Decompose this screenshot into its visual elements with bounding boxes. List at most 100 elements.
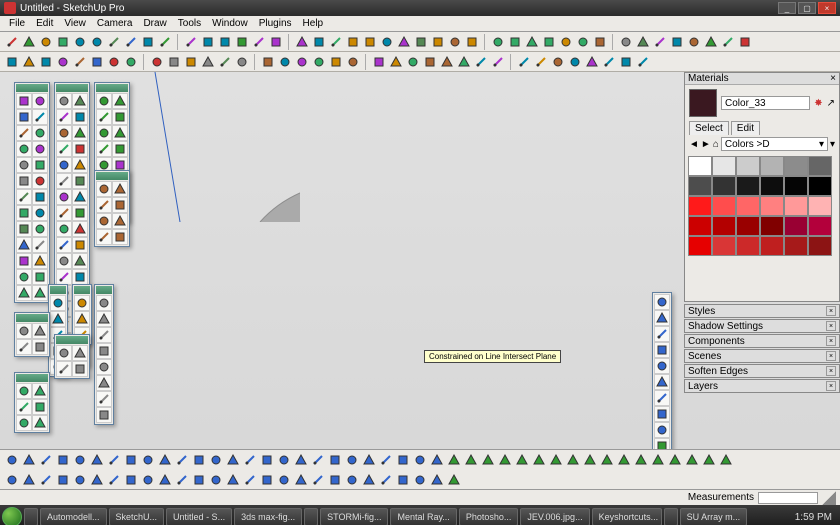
tool-pan[interactable] [388, 54, 404, 70]
palette-tool-r3[interactable] [96, 197, 112, 213]
menu-help[interactable]: Help [298, 17, 329, 30]
tool-export[interactable] [464, 34, 480, 50]
tool-print[interactable] [140, 34, 156, 50]
palette-tool-t1[interactable] [16, 383, 32, 399]
tool-3dtext[interactable] [183, 54, 199, 70]
vstrip-tool-v2[interactable] [654, 310, 670, 326]
palette-tool-off[interactable] [16, 237, 32, 253]
vstrip-tool-v3[interactable] [654, 326, 670, 342]
tool-shadow[interactable] [516, 54, 532, 70]
vstrip-tool-v7[interactable] [654, 390, 670, 406]
resize-grip-icon[interactable] [822, 491, 836, 505]
palette-tool-t2[interactable] [32, 383, 48, 399]
maximize-button[interactable]: ▢ [798, 2, 816, 14]
material-swatch[interactable] [712, 156, 736, 176]
palette-tool-text[interactable] [16, 173, 32, 189]
plugin-tool-g[interactable] [106, 452, 122, 468]
plugin-tool-o[interactable] [242, 452, 258, 468]
taskbar-item[interactable]: 3ds max-fig... [234, 508, 302, 525]
material-swatch[interactable] [736, 176, 760, 196]
palette-tool-e[interactable] [56, 125, 72, 141]
plugin-tool-v[interactable] [361, 472, 377, 488]
vstrip-tool-v8[interactable] [654, 406, 670, 422]
tool-scale[interactable] [311, 54, 327, 70]
material-swatch[interactable] [688, 216, 712, 236]
plugin-tool-k[interactable] [174, 452, 190, 468]
plugin-tool-x[interactable] [395, 472, 411, 488]
tool-stop[interactable] [362, 34, 378, 50]
palette-tool-s4[interactable] [112, 109, 128, 125]
palette-tool-v[interactable] [72, 253, 88, 269]
tool-styles[interactable] [635, 54, 651, 70]
tool-iso[interactable] [183, 34, 199, 50]
panel-collapse-icon[interactable]: × [826, 381, 836, 391]
palette-tool-zext[interactable] [32, 269, 48, 285]
plugin-tool-a2[interactable] [446, 472, 462, 488]
tool-render[interactable] [294, 34, 310, 50]
material-swatch[interactable] [784, 176, 808, 196]
materials-close-icon[interactable]: × [830, 73, 836, 84]
palette-tool-k[interactable] [56, 173, 72, 189]
plugin-tool-w[interactable] [378, 472, 394, 488]
plugin-tool-r[interactable] [293, 452, 309, 468]
plugin-tool-s[interactable] [310, 452, 326, 468]
palette-vertical[interactable] [652, 292, 672, 449]
palette-tool-n1[interactable] [56, 345, 72, 361]
plugin-tool-d2[interactable] [497, 452, 513, 468]
tool-c[interactable] [652, 34, 668, 50]
taskbar-item[interactable]: SketchU... [109, 508, 165, 525]
taskbar-item[interactable]: JEV.006.jpg... [520, 508, 589, 525]
palette-tool-zwin[interactable] [16, 285, 32, 301]
material-swatch[interactable] [712, 216, 736, 236]
taskbar-item[interactable]: Mental Ray... [390, 508, 456, 525]
tool-orbit[interactable] [371, 54, 387, 70]
palette-tool-sel[interactable] [16, 93, 32, 109]
palette-tool-p[interactable] [72, 205, 88, 221]
palette-tool-rot[interactable] [16, 221, 32, 237]
plugin-tool-j[interactable] [157, 452, 173, 468]
tool-frame[interactable] [379, 34, 395, 50]
tool-rotate[interactable] [294, 54, 310, 70]
create-material-icon[interactable]: ✸ [814, 98, 822, 109]
palette-tool-s7[interactable] [96, 141, 112, 157]
tool-open[interactable] [21, 34, 37, 50]
plugin-tool-y[interactable] [412, 452, 428, 468]
tool-redo[interactable] [123, 34, 139, 50]
tool-batch[interactable] [345, 34, 361, 50]
tool-cam[interactable] [575, 34, 591, 50]
panel-soften-edges[interactable]: Soften Edges× [684, 364, 840, 378]
palette-tool-r7[interactable] [96, 229, 112, 245]
panel-collapse-icon[interactable]: × [826, 321, 836, 331]
material-swatch[interactable] [760, 236, 784, 256]
material-swatch[interactable] [784, 196, 808, 216]
tool-cam-add[interactable] [592, 34, 608, 50]
plugin-tool-q[interactable] [276, 452, 292, 468]
tool-mono[interactable] [601, 54, 617, 70]
palette-tool-r1[interactable] [96, 181, 112, 197]
palette-tool-t6[interactable] [32, 415, 48, 431]
plugin-tool-i2[interactable] [582, 452, 598, 468]
plugin-tool-w[interactable] [378, 452, 394, 468]
palette-tool-rect[interactable] [16, 109, 32, 125]
tool-a[interactable] [618, 34, 634, 50]
taskbar-item[interactable]: STORMi-fig... [320, 508, 388, 525]
vstrip-tool-v5[interactable] [654, 358, 670, 374]
vstrip-tool-v1[interactable] [654, 294, 670, 310]
taskbar-item[interactable] [664, 508, 678, 525]
plugin-tool-k2[interactable] [616, 452, 632, 468]
plugin-tool-n[interactable] [225, 472, 241, 488]
palette-tool-arc[interactable] [16, 125, 32, 141]
plugin-tool-e2[interactable] [514, 452, 530, 468]
tool-h[interactable] [737, 34, 753, 50]
plugin-tool-p2[interactable] [701, 452, 717, 468]
material-swatch[interactable] [760, 196, 784, 216]
material-swatch[interactable] [784, 236, 808, 256]
palette-tool-a[interactable] [56, 93, 72, 109]
tool-right[interactable] [234, 34, 250, 50]
plugin-tool-a[interactable] [4, 452, 20, 468]
tool-walk[interactable] [473, 54, 489, 70]
tool-xray[interactable] [550, 54, 566, 70]
tool-line[interactable] [55, 54, 71, 70]
material-swatch[interactable] [808, 196, 832, 216]
palette-tool-t5[interactable] [16, 415, 32, 431]
